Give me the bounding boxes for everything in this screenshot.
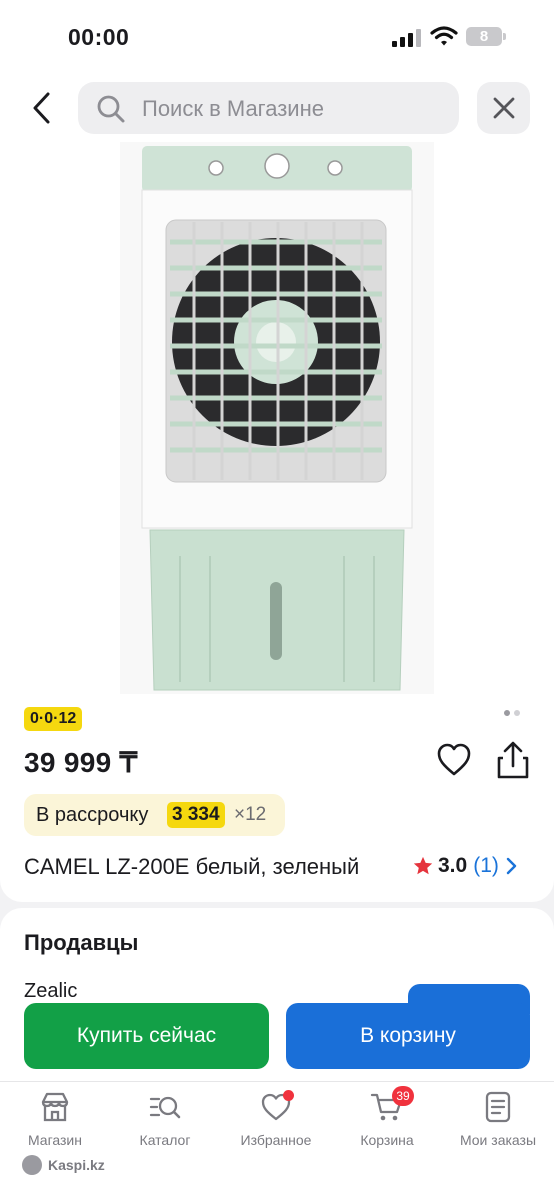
search-header: Поиск в Магазине [0, 76, 554, 140]
close-search-button[interactable] [477, 82, 530, 134]
installment-amount: 3 334 [167, 802, 225, 828]
orders-icon [485, 1091, 511, 1123]
product-image[interactable] [120, 142, 434, 694]
tab-favorites[interactable]: Избранное [221, 1090, 331, 1154]
back-button[interactable] [22, 86, 62, 130]
favorite-heart-icon[interactable] [434, 740, 474, 780]
chevron-right-icon [506, 857, 517, 875]
product-rating[interactable]: 3.0 (1) [412, 852, 519, 880]
status-bar: 00:00 8 [0, 0, 554, 76]
tab-catalog[interactable]: Каталог [110, 1090, 220, 1154]
installment-months: ×12 [234, 804, 267, 825]
tab-store[interactable]: Магазин [0, 1090, 110, 1154]
tab-cart-label: Корзина [360, 1132, 414, 1148]
tab-favorites-label: Избранное [240, 1132, 312, 1148]
rating-value: 3.0 [438, 854, 468, 877]
catalog-search-icon [149, 1096, 181, 1119]
installment-label: В рассрочку [36, 804, 149, 826]
kaspi-watermark: Kaspi.kz [22, 1154, 105, 1176]
product-price: 39 999 ₸ [24, 747, 138, 778]
wifi-icon [430, 26, 458, 46]
product-title: CAMEL LZ-200E белый, зеленый [24, 854, 360, 879]
image-pager [504, 710, 526, 718]
review-count: (1) [473, 854, 499, 877]
app-screen: 00:00 8 Поиск в Магазине 0·0·12 39 999 ₸… [0, 0, 554, 1200]
tab-cart[interactable]: 39 Корзина [332, 1086, 442, 1154]
installment-offer[interactable]: В рассрочку 3 334 ×12 [24, 794, 285, 836]
search-icon [97, 95, 125, 123]
buy-now-button[interactable]: Купить сейчас [24, 1003, 269, 1069]
pager-dot-active [504, 710, 510, 716]
installment-badge: 0·0·12 [24, 707, 83, 731]
favorites-notification-dot [283, 1090, 294, 1101]
cart-count-badge: 39 [392, 1086, 414, 1106]
close-icon [493, 97, 514, 119]
watermark-text: Kaspi.kz [48, 1157, 105, 1173]
tab-store-label: Магазин [27, 1132, 82, 1148]
add-to-cart-button[interactable]: В корзину [286, 1003, 530, 1069]
star-icon [413, 856, 433, 875]
search-input[interactable]: Поиск в Магазине [78, 82, 459, 134]
seller-name: Zealic [24, 980, 78, 1002]
store-icon [41, 1092, 69, 1122]
tab-orders-label: Мои заказы [459, 1132, 537, 1148]
search-placeholder: Поиск в Магазине [142, 96, 324, 121]
tab-orders[interactable]: Мои заказы [443, 1090, 553, 1154]
kaspi-logo-icon [22, 1155, 42, 1175]
pager-dot [514, 710, 520, 716]
tab-catalog-label: Каталог [139, 1132, 191, 1148]
share-icon[interactable] [493, 740, 533, 782]
bottom-tab-bar: Магазин Каталог Избранное 39 Корзина Мои… [0, 1081, 554, 1200]
cellular-signal-icon [392, 27, 422, 47]
product-card: 0·0·12 39 999 ₸ В рассрочку 3 334 ×12 CA… [0, 140, 554, 902]
sellers-title: Продавцы [24, 930, 139, 955]
battery-icon: 8 [466, 27, 506, 46]
status-time: 00:00 [68, 24, 130, 50]
chevron-left-icon [33, 92, 50, 124]
